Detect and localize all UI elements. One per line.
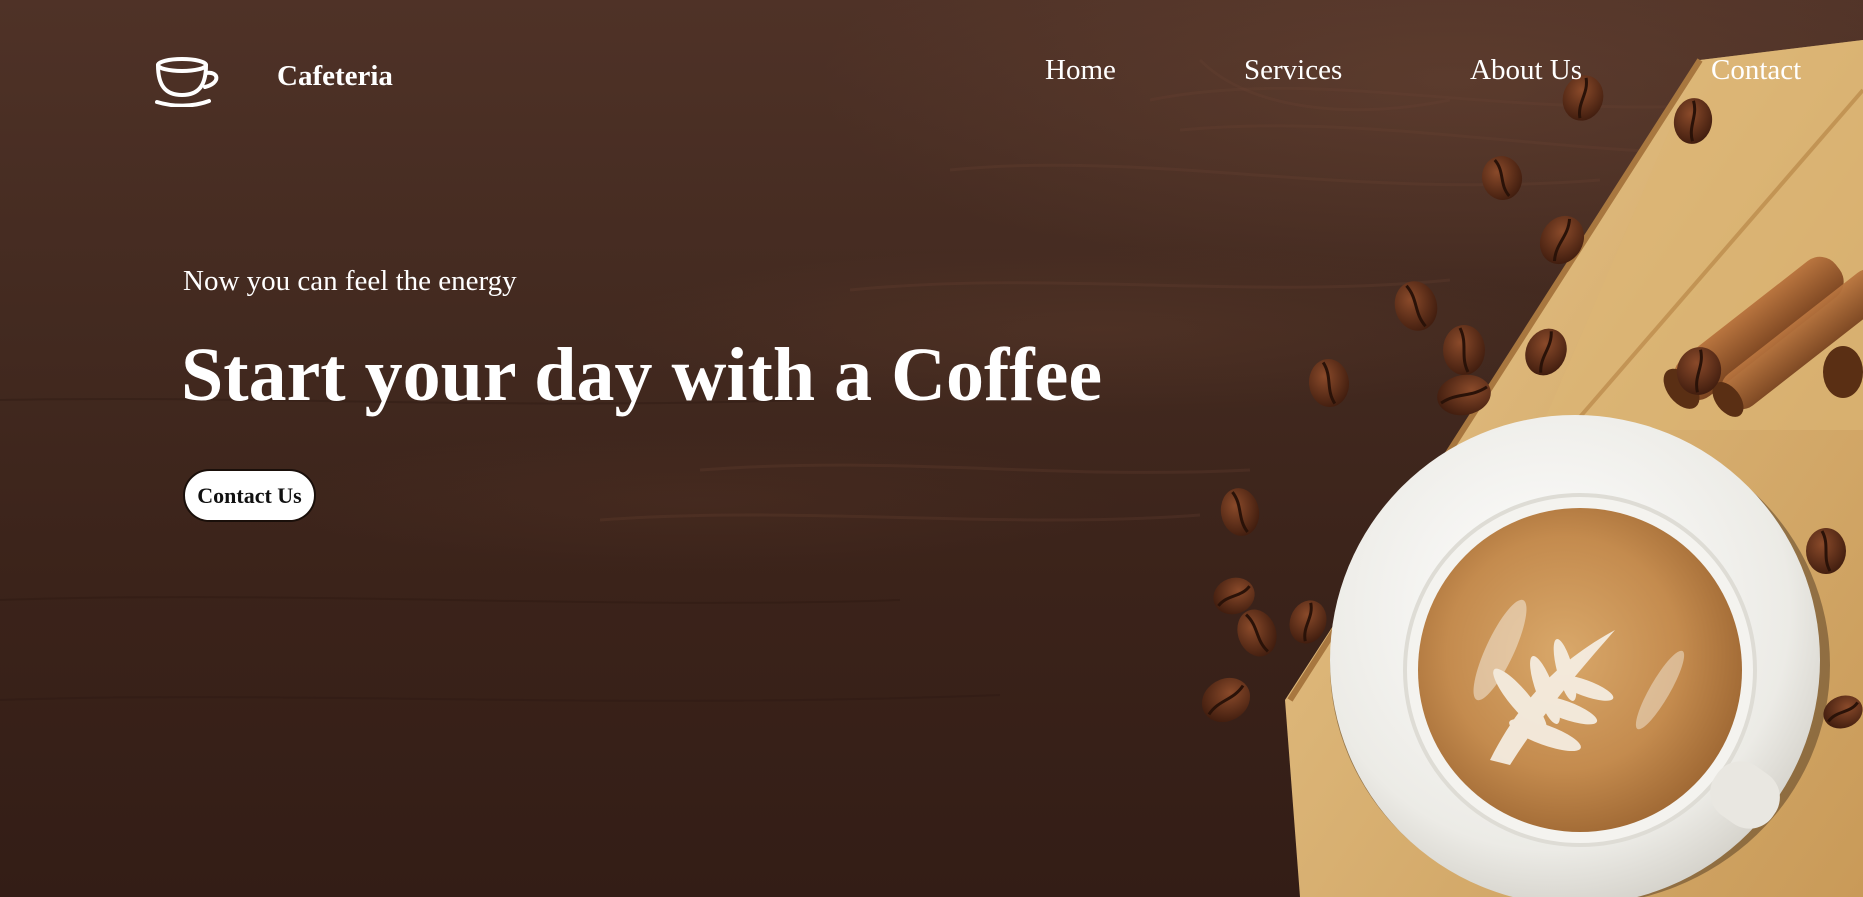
nav-contact[interactable]: Contact (1711, 52, 1801, 88)
hero-tagline: Now you can feel the energy (183, 265, 517, 297)
brand-name[interactable]: Cafeteria (277, 59, 393, 93)
hero-headline: Start your day with a Coffee (181, 333, 1103, 417)
coffee-cup-image (1201, 40, 1863, 897)
coffee-cup-icon[interactable] (153, 55, 223, 107)
hero-section: Cafeteria Home Services About Us Contact… (0, 0, 1863, 897)
nav-about-us[interactable]: About Us (1470, 52, 1582, 88)
contact-us-button[interactable]: Contact Us (183, 469, 316, 522)
nav-home[interactable]: Home (1045, 52, 1116, 88)
nav-services[interactable]: Services (1244, 52, 1342, 88)
